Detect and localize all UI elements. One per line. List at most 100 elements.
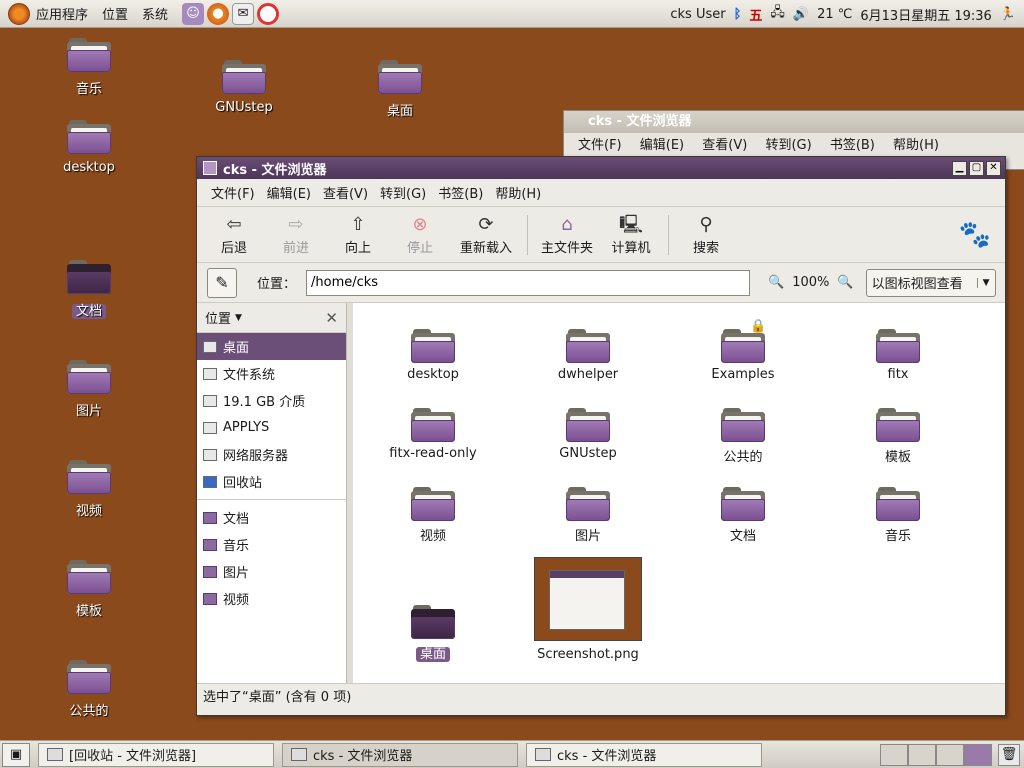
bg-menu-edit[interactable]: 编辑(E) [640, 138, 684, 153]
desktop-icon-pictures[interactable]: 图片 [44, 360, 134, 419]
menu-go[interactable]: 转到(G) [380, 183, 426, 202]
ubuntu-logo-icon[interactable] [8, 2, 30, 25]
sidebar-bookmark-music[interactable]: 音乐 [197, 531, 346, 558]
weather-temperature[interactable]: 21 ℃ [817, 7, 852, 22]
input-method-indicator[interactable]: 五 [749, 5, 762, 24]
pencil-icon: ✎ [215, 272, 229, 292]
file-item[interactable]: fitx-read-only [368, 408, 498, 461]
zoom-level[interactable]: 100% [792, 275, 829, 290]
location-input[interactable] [306, 269, 751, 296]
network-icon[interactable]: 🖧 [770, 3, 785, 25]
zoom-out-icon[interactable]: 🔍 [768, 275, 784, 290]
menu-applications[interactable]: 应用程序 [36, 4, 88, 23]
view-mode-select[interactable]: 以图标视图查看 ▼ [865, 268, 996, 297]
file-item[interactable]: 文档 [678, 487, 808, 544]
desktop-icon-videos[interactable]: 视频 [44, 460, 134, 519]
bg-menu-go[interactable]: 转到(G) [765, 138, 811, 153]
desktop-icon-desktop-folder[interactable]: 桌面 [355, 60, 445, 119]
desktop-icon-documents[interactable]: 文档 [44, 260, 134, 319]
sidebar-item-applys[interactable]: APPLYS [197, 414, 346, 441]
toggle-location-edit-button[interactable]: ✎ [207, 267, 237, 298]
file-item[interactable]: Screenshot.png [523, 557, 653, 662]
desktop-icon-desktop[interactable]: desktop [44, 120, 134, 175]
file-item[interactable]: 音乐 [833, 487, 963, 544]
show-desktop-button[interactable]: ▣ [2, 742, 30, 767]
workspace-2[interactable] [908, 743, 936, 766]
network-server-icon [203, 448, 217, 461]
bg-menu-help[interactable]: 帮助(H) [893, 138, 939, 153]
bg-window-title[interactable]: cks - 文件浏览器 [564, 111, 1024, 133]
menu-system[interactable]: 系统 [142, 4, 168, 23]
file-item-selected[interactable]: 桌面 [368, 605, 498, 662]
bluetooth-icon[interactable]: ᛒ [734, 7, 742, 22]
desktop-icon-gnustep[interactable]: GNUstep [199, 60, 289, 115]
taskbar-item-file-browser[interactable]: cks - 文件浏览器 [282, 742, 518, 767]
sidebar-bookmark-pictures[interactable]: 图片 [197, 558, 346, 585]
pidgin-icon[interactable]: ☺ [182, 2, 205, 25]
logout-icon[interactable]: 🏃 [1000, 7, 1016, 22]
maximize-button[interactable]: ▢ [969, 160, 984, 176]
sidebar-item-desktop[interactable]: 桌面 [197, 333, 346, 360]
workspace-1[interactable] [880, 743, 908, 766]
stop-button[interactable]: ⊗ 停止 [389, 213, 451, 256]
menu-edit[interactable]: 编辑(E) [267, 183, 311, 202]
sidebar-item-media[interactable]: 19.1 GB 介质 [197, 387, 346, 414]
desktop-icon-public[interactable]: 公共的 [44, 660, 134, 719]
forward-button[interactable]: ⇨ 前进 [265, 213, 327, 256]
bg-menu-bookmarks[interactable]: 书签(B) [830, 138, 875, 153]
firefox-icon[interactable]: ● [207, 2, 230, 25]
bg-menu-file[interactable]: 文件(F) [578, 138, 622, 153]
icon-view[interactable]: desktop dwhelper 🔒 Examples fitx fitx-re… [353, 303, 1005, 683]
menu-file[interactable]: 文件(F) [211, 183, 255, 202]
sidebar-bookmark-videos[interactable]: 视频 [197, 585, 346, 612]
trash-applet-icon[interactable]: 🗑 [998, 743, 1020, 766]
up-button[interactable]: ⇧ 向上 [327, 213, 389, 256]
chevron-down-icon[interactable]: ▼ [235, 313, 242, 323]
file-item[interactable]: GNUstep [523, 408, 653, 461]
workspace-3[interactable] [936, 743, 964, 766]
bg-menu-view[interactable]: 查看(V) [702, 138, 747, 153]
taskbar-item-file-browser-2[interactable]: cks - 文件浏览器 [526, 742, 762, 767]
home-button[interactable]: ⌂ 主文件夹 [534, 213, 600, 256]
clock[interactable]: 6月13日星期五 19:36 [860, 5, 991, 24]
sidebar-item-label: 图片 [223, 566, 250, 581]
close-button[interactable]: ✕ [986, 160, 1001, 176]
taskbar-item-trash[interactable]: [回收站 - 文件浏览器] [38, 742, 274, 767]
sidebar-item-label: 回收站 [223, 476, 263, 491]
sidebar-bookmark-documents[interactable]: 文档 [197, 504, 346, 531]
window-menu-icon[interactable] [203, 161, 217, 175]
file-item[interactable]: dwhelper [523, 329, 653, 382]
desktop-icon-label: 视频 [75, 504, 102, 519]
user-name[interactable]: cks User [670, 7, 725, 22]
back-button[interactable]: ⇦ 后退 [203, 213, 265, 256]
minimize-button[interactable]: ▁ [952, 160, 967, 176]
file-item[interactable]: 模板 [833, 408, 963, 465]
file-item[interactable]: 视频 [368, 487, 498, 544]
sidebar-item-filesystem[interactable]: 文件系统 [197, 360, 346, 387]
search-button[interactable]: ⚲ 搜索 [675, 213, 737, 256]
help-lifebuoy-icon[interactable] [257, 2, 280, 25]
desktop-icon-music[interactable]: 音乐 [44, 38, 134, 97]
sidebar-item-network[interactable]: 网络服务器 [197, 441, 346, 468]
mail-icon[interactable]: ✉ [232, 2, 255, 25]
zoom-in-icon[interactable]: 🔍 [837, 275, 853, 290]
close-icon[interactable]: ✕ [325, 309, 338, 327]
file-item[interactable]: 图片 [523, 487, 653, 544]
workspace-4[interactable] [964, 743, 992, 766]
window-titlebar[interactable]: cks - 文件浏览器 ▁ ▢ ✕ [197, 157, 1005, 179]
menu-bookmarks[interactable]: 书签(B) [438, 183, 483, 202]
menu-view[interactable]: 查看(V) [323, 183, 368, 202]
desktop-icon-templates[interactable]: 模板 [44, 560, 134, 619]
menu-places[interactable]: 位置 [102, 4, 128, 23]
sidebar-title-dropdown[interactable]: 位置 [205, 308, 231, 327]
volume-icon[interactable]: 🔊 [793, 7, 809, 22]
file-item[interactable]: 公共的 [678, 408, 808, 465]
sidebar-item-trash[interactable]: 回收站 [197, 468, 346, 495]
file-item[interactable]: desktop [368, 329, 498, 382]
file-item[interactable]: 🔒 Examples [678, 319, 808, 382]
reload-button[interactable]: ⟳ 重新载入 [451, 213, 521, 256]
workspace-switcher [880, 743, 992, 766]
file-item[interactable]: fitx [833, 329, 963, 382]
computer-button[interactable]: 🖳 计算机 [600, 213, 662, 256]
menu-help[interactable]: 帮助(H) [495, 183, 541, 202]
